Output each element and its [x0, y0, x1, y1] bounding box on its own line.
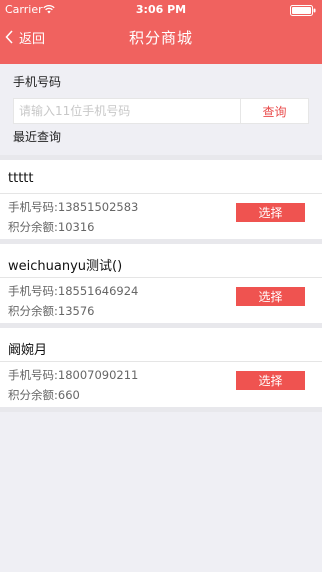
member-phone: 手机号码:18007090211: [8, 368, 139, 382]
page-title: 积分商城: [128, 29, 193, 47]
search-row: 查询: [13, 98, 309, 124]
phone-input[interactable]: [14, 99, 240, 123]
member-phone: 手机号码:18551646924: [8, 284, 139, 298]
select-button[interactable]: 选择: [236, 371, 305, 390]
member-points: 积分余额:13576: [8, 304, 95, 318]
select-button[interactable]: 选择: [236, 203, 305, 222]
status-time: 3:06 PM: [135, 3, 187, 16]
phone-label: 手机号码: [13, 75, 62, 89]
member-points: 积分余额:660: [8, 388, 80, 402]
member-name: ttttt: [0, 160, 322, 194]
list-item: weichuanyu测试() 手机号码:18551646924 积分余额:135…: [0, 244, 322, 328]
list-item: ttttt 手机号码:13851502583 积分余额:10316 选择: [0, 155, 322, 244]
battery-icon: [290, 5, 316, 16]
member-phone: 手机号码:13851502583: [8, 200, 139, 214]
query-button[interactable]: 查询: [240, 99, 308, 123]
member-points: 积分余额:10316: [8, 220, 95, 234]
recent-search-label: 最近查询: [13, 130, 62, 144]
status-bar: Carrier 3:06 PM: [0, 0, 322, 20]
nav-bar: Carrier 3:06 PM 返回 积分商城: [0, 0, 322, 64]
member-name: weichuanyu测试(): [0, 244, 322, 278]
recent-list: ttttt 手机号码:13851502583 积分余额:10316 选择 wei…: [0, 155, 322, 412]
member-name: 阚婉月: [0, 328, 322, 362]
list-item: 阚婉月 手机号码:18007090211 积分余额:660 选择: [0, 328, 322, 412]
select-button[interactable]: 选择: [236, 287, 305, 306]
